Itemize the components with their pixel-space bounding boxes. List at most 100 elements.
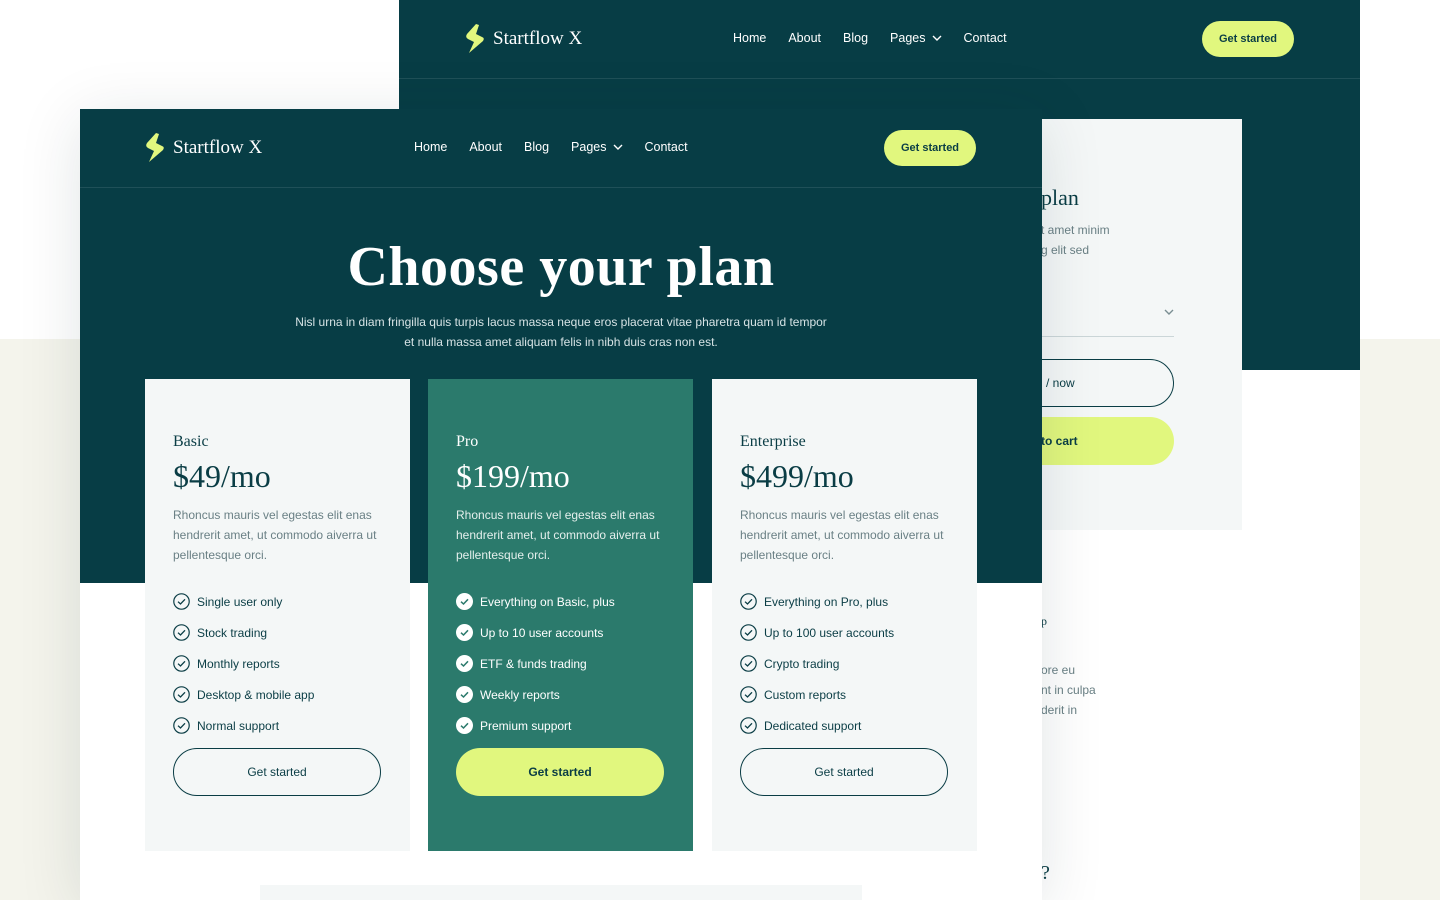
feature-item: Desktop & mobile app [173,679,314,710]
next-section-peek [260,885,862,900]
feature-label: Custom reports [764,687,847,702]
feature-label: Crypto trading [764,656,840,671]
back-nav-links: Home About Blog Pages Contact [733,31,1007,45]
check-circle-icon [173,624,190,641]
check-circle-icon [740,686,757,703]
nav-blog[interactable]: Blog [524,140,549,154]
back-card-sub-line: t amet minim [1041,223,1110,237]
check-circle-icon [456,593,473,610]
get-started-pro-button[interactable]: Get started [456,748,664,796]
brand-name: Startflow X [173,137,263,158]
check-circle-icon [173,593,190,610]
feature-label: Single user only [197,594,283,609]
front-window: Startflow X Home About Blog Pages Contac… [80,109,1042,900]
plan-price: $199/mo [456,458,570,494]
pricing-card-pro: Pro $199/mo Rhoncus mauris vel egestas e… [428,379,693,851]
check-circle-icon [740,624,757,641]
nav-pages[interactable]: Pages [890,31,941,45]
chevron-down-icon [1164,309,1174,315]
bolt-s-icon [146,133,164,162]
get-started-basic-button[interactable]: Get started [173,748,381,796]
back-text-line: ore eu [1041,663,1076,677]
feature-item: Crypto trading [740,648,894,679]
back-get-started-button[interactable]: Get started [1202,21,1294,57]
feature-item: Premium support [456,710,615,741]
back-navbar: Startflow X Home About Blog Pages Contac… [399,0,1360,79]
feature-list: Single user only Stock trading Monthly r… [173,586,314,741]
nav-about[interactable]: About [788,31,821,45]
buy-now-button[interactable]: / now [1041,359,1174,407]
nav-about[interactable]: About [469,140,502,154]
check-circle-icon [740,593,757,610]
plan-name: Basic [173,433,209,450]
back-text-line: derit in [1041,703,1078,717]
feature-item: ETF & funds trading [456,648,615,679]
feature-label: Monthly reports [197,656,280,671]
chevron-down-icon [613,144,622,150]
feature-item: Monthly reports [173,648,314,679]
hero-subtitle: Nisl urna in diam fringilla quis turpis … [295,315,827,349]
brand-name: Startflow X [493,28,583,49]
pricing-card-enterprise: Enterprise $499/mo Rhoncus mauris vel eg… [712,379,977,851]
feature-label: Weekly reports [480,687,560,702]
back-card-sub-line: g elit sed [1041,243,1090,257]
feature-label: Everything on Basic, plus [480,594,615,609]
back-card-title: plan [1041,185,1079,210]
feature-item: Everything on Basic, plus [456,586,615,617]
add-to-cart-button[interactable]: to cart [1041,417,1174,465]
feature-item: Weekly reports [456,679,615,710]
feature-label: Premium support [480,718,572,733]
nav-pages-label: Pages [890,31,926,45]
navbar: Startflow X Home About Blog Pages Contac… [80,109,1042,188]
feature-item: Up to 10 user accounts [456,617,615,648]
check-circle-icon [173,686,190,703]
back-card-subtitle: t amet minim g elit sed [1041,220,1110,260]
page-title: Choose your plan [347,236,775,298]
logo[interactable]: Startflow X [145,132,262,164]
check-circle-icon [740,655,757,672]
back-faq-heading: ? [1041,862,1050,884]
feature-item: Single user only [173,586,314,617]
chevron-down-icon [932,35,941,41]
check-circle-icon [456,686,473,703]
feature-label: Everything on Pro, plus [764,594,889,609]
check-circle-icon [740,717,757,734]
plan-description: Rhoncus mauris vel egestas elit enas hen… [173,508,377,562]
feature-label: Up to 10 user accounts [480,625,604,640]
feature-list: Everything on Basic, plus Up to 10 user … [456,586,615,741]
plan-name: Pro [456,433,479,450]
plan-name: Enterprise [740,433,806,450]
nav-pages[interactable]: Pages [571,140,622,154]
get-started-button[interactable]: Get started [884,130,976,166]
plan-description: Rhoncus mauris vel egestas elit enas hen… [456,508,660,562]
back-section-text: ore eu nt in culpa derit in [1041,660,1096,720]
feature-label: Up to 100 user accounts [764,625,895,640]
feature-label: ETF & funds trading [480,656,587,671]
nav-contact[interactable]: Contact [645,140,688,154]
plan-description: Rhoncus mauris vel egestas elit enas hen… [740,508,944,562]
feature-label: Dedicated support [764,718,862,733]
bolt-s-icon [466,24,484,53]
feature-item: Custom reports [740,679,894,710]
nav-home[interactable]: Home [733,31,766,45]
nav-blog[interactable]: Blog [843,31,868,45]
feature-item: Everything on Pro, plus [740,586,894,617]
feature-label: Stock trading [197,625,268,640]
pricing-card-basic: Basic $49/mo Rhoncus mauris vel egestas … [145,379,410,851]
check-circle-icon [456,655,473,672]
back-logo[interactable]: Startflow X [465,23,582,55]
nav-links: Home About Blog Pages Contact [414,140,688,154]
feature-item: Up to 100 user accounts [740,617,894,648]
back-product-card: plan t amet minim g elit sed / now to ca… [1041,119,1242,530]
feature-item: Dedicated support [740,710,894,741]
plan-price: $499/mo [740,458,854,494]
get-started-enterprise-button[interactable]: Get started [740,748,948,796]
feature-label: Desktop & mobile app [197,687,315,702]
nav-pages-label: Pages [571,140,607,154]
nav-contact[interactable]: Contact [964,31,1007,45]
nav-home[interactable]: Home [414,140,447,154]
plan-price: $49/mo [173,458,271,494]
feature-label: Normal support [197,718,280,733]
check-circle-icon [456,624,473,641]
back-plan-select[interactable] [1041,299,1174,337]
